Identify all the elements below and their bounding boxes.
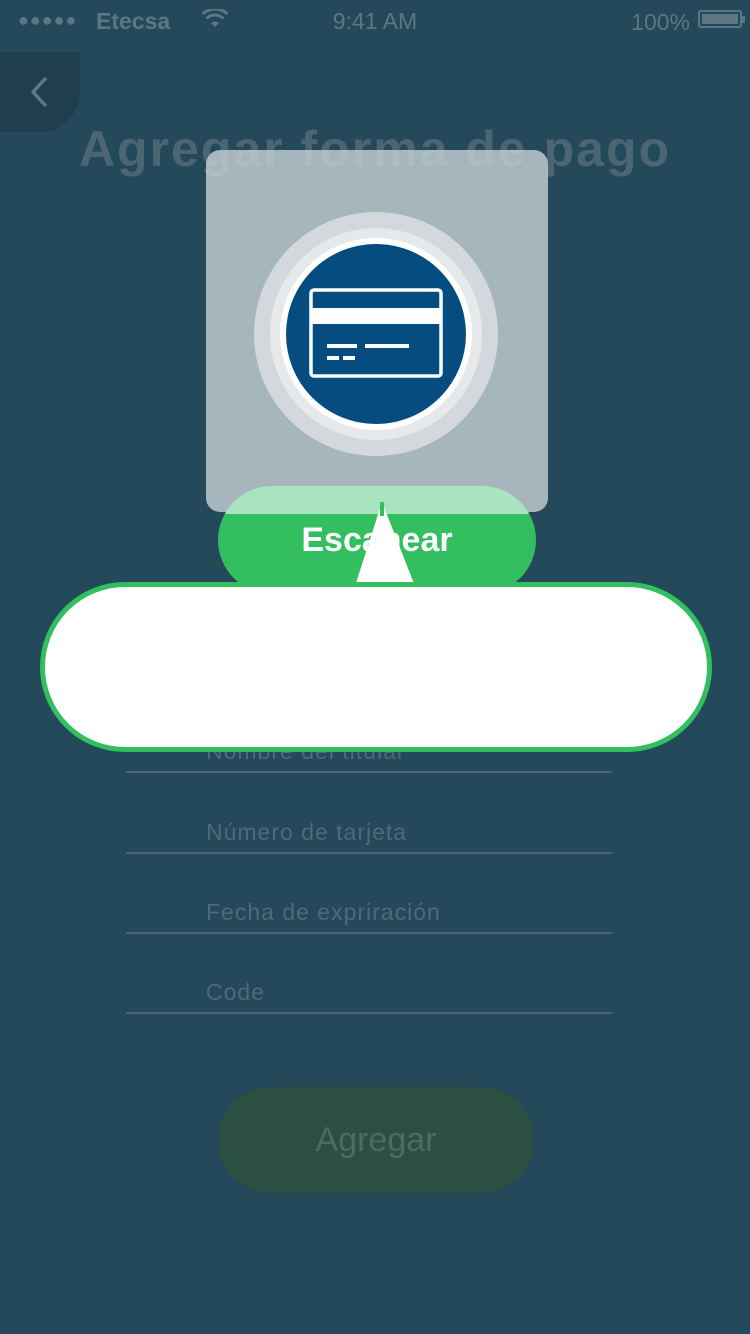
code-placeholder: Code bbox=[206, 979, 265, 1005]
credit-card-icon bbox=[309, 288, 443, 378]
status-bar: ●●●●● Etecsa 9:41 AM 100% bbox=[0, 0, 750, 42]
tooltip-bubble bbox=[40, 582, 712, 752]
tooltip-text bbox=[45, 587, 707, 747]
expiration-date-placeholder: Fecha de exprir​ación bbox=[206, 899, 441, 925]
battery-percentage: 100% bbox=[631, 9, 690, 35]
scan-card bbox=[206, 150, 548, 512]
scan-card-badge bbox=[286, 244, 466, 424]
add-button[interactable]: Agregar bbox=[218, 1087, 534, 1193]
code-field[interactable]: Code bbox=[126, 970, 612, 1014]
tooltip-pointer bbox=[355, 502, 415, 586]
chevron-left-icon bbox=[31, 77, 47, 107]
expiration-date-field[interactable]: Fecha de exprir​ación bbox=[126, 890, 612, 934]
battery-icon bbox=[698, 10, 745, 28]
card-number-field[interactable]: Número de tarjeta bbox=[126, 810, 612, 854]
card-number-placeholder: Número de tarjeta bbox=[206, 819, 408, 845]
